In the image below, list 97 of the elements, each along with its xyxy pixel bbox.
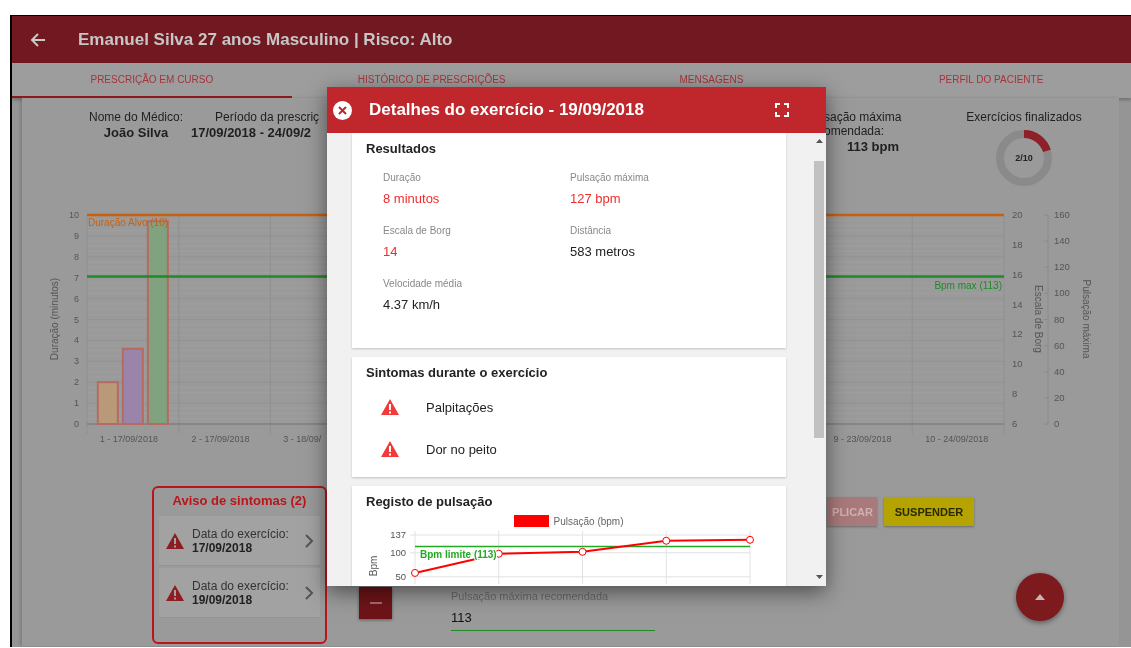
axis-label: 3 - 18/09/: [283, 434, 322, 444]
progress-ring: [996, 130, 1052, 186]
axis-tick-label: 20: [1054, 391, 1065, 403]
axis-tick-label: 120: [1054, 261, 1070, 273]
axis-label: 1 - 17/09/2018: [99, 434, 158, 444]
reference-label: Duração Alvo (10): [88, 217, 169, 228]
axis-tick-label: 60: [1054, 339, 1065, 351]
axis-title: Pulsação máxima: [1081, 279, 1092, 359]
axis-title: Bpm: [368, 555, 379, 577]
result-label: Velocidade média: [383, 278, 463, 289]
tab[interactable]: MENSAGENS: [571, 63, 852, 98]
axis-tick-label: 20: [1012, 209, 1023, 220]
axis-tick-label: 9: [74, 230, 79, 241]
scrollbar[interactable]: [812, 133, 826, 586]
point: [662, 536, 671, 545]
legend-label: Pulsação (bpm): [553, 515, 624, 527]
axis-tick-label: 40: [1054, 365, 1065, 377]
axis-tick-label: 80: [1054, 313, 1065, 325]
axis-tick-label: 0: [1054, 418, 1060, 429]
chevron-right-icon: [304, 584, 314, 601]
axis-tick-label: 18: [1012, 238, 1023, 250]
warning-icon: [165, 531, 185, 550]
axis-tick-label: 5: [74, 314, 79, 325]
card-title: Registo de pulsação: [365, 493, 494, 509]
tab[interactable]: HISTÓRICO DE PRESCRIÇÕES: [291, 63, 572, 98]
axis-tick-label: 50: [395, 570, 406, 582]
minus-button[interactable]: [359, 587, 392, 619]
warning-icon: [165, 583, 185, 602]
axis-tick-label: 12: [1012, 328, 1023, 340]
point: [578, 547, 587, 556]
chevron-right-icon: [304, 532, 314, 549]
axis-tick-label: 2: [74, 377, 79, 388]
axis-tick-label: 10: [1012, 358, 1023, 370]
legend-swatch: [514, 515, 550, 527]
result-value: 583 metros: [570, 244, 637, 261]
dialog-title: Detalhes do exercício - 19/09/2018: [369, 100, 645, 120]
warning-icon: [380, 398, 400, 416]
symptom-text: Palpitações: [426, 399, 494, 415]
axis-tick-label: 6: [74, 293, 79, 304]
axis-tick-label: 14: [1012, 298, 1023, 310]
symptom-text: Dor no peito: [426, 441, 497, 457]
axis-tick-label: 10: [69, 210, 79, 220]
scrollbar-thumb[interactable]: [814, 161, 824, 438]
axis-tick-label: 8: [74, 251, 79, 262]
period-value: 17/09/2018 - 24/09/2: [191, 125, 312, 140]
result-label: Pulsação máxima: [570, 172, 650, 183]
symptom-alert-title: Aviso de sintomas (2): [172, 493, 307, 508]
axis-label: 2 - 17/09/2018: [191, 434, 250, 444]
max-pulse-input[interactable]: 113: [451, 602, 655, 631]
scroll-down-arrow-icon[interactable]: [815, 575, 823, 579]
patient-title: Emanuel Silva 27 anos Masculino | Risco: Alto: [78, 29, 453, 50]
point: [746, 535, 754, 544]
result-value: 127 bpm: [570, 191, 622, 208]
max-pulse-label: sação máxima: [824, 110, 903, 124]
axis-tick-label: 6: [1012, 418, 1018, 429]
axis-tick-label: 100: [1054, 287, 1070, 299]
fullscreen-icon[interactable]: [775, 103, 789, 117]
axis-tick-label: 1: [74, 398, 79, 409]
axis-tick-label: 8: [1012, 388, 1018, 400]
axis-tick-label: 3: [74, 356, 79, 367]
axis-label: 10 - 24/09/2018: [925, 434, 989, 444]
back-arrow-icon[interactable]: [30, 31, 46, 48]
reference-label: Bpm max (113): [934, 280, 1002, 292]
scroll-up-arrow-icon[interactable]: [815, 139, 823, 143]
finished-count: 2/10: [1015, 153, 1033, 163]
point: [411, 568, 419, 577]
period-label: Período da prescriç: [214, 110, 320, 124]
symptom-alert-item[interactable]: Data do exercício: 19/09/2018: [159, 568, 320, 618]
triangle-up-icon: [1035, 594, 1045, 600]
axis-tick-label: 160: [1054, 209, 1070, 220]
suspend-button[interactable]: SUSPENDER: [884, 497, 974, 526]
result-value: 8 minutos: [383, 191, 441, 208]
axis-title: Duração (minutos): [49, 277, 60, 361]
max-pulse-label: omendada:: [824, 124, 886, 138]
close-icon[interactable]: [333, 100, 352, 120]
max-pulse-value: 113 bpm: [847, 139, 901, 154]
doctor-label: Nome do Médico:: [87, 110, 184, 124]
symptom-alert-item[interactable]: Data do exercício: 17/09/2018: [159, 516, 320, 566]
axis-tick-label: 140: [1054, 235, 1070, 247]
axis-tick-label: 100: [390, 546, 406, 558]
axis-tick-label: 7: [74, 272, 79, 283]
axis-tick-label: 4: [74, 335, 79, 346]
axis-tick-label: 137: [390, 529, 406, 540]
axis-title: Escala de Borg: [1033, 285, 1044, 353]
warning-icon: [380, 440, 400, 458]
card-title: Resultados: [365, 140, 438, 156]
result-label: Escala de Borg: [383, 225, 452, 236]
bar: [96, 381, 119, 425]
card-title: Sintomas durante o exercício: [365, 364, 549, 380]
result-label: Distância: [570, 225, 613, 236]
result-value: 14: [383, 244, 399, 261]
result-label: Duração: [383, 172, 422, 183]
tab[interactable]: PERFIL DO PACIENTE: [851, 63, 1131, 98]
axis-tick-label: 16: [1012, 268, 1023, 280]
axis-label: 9 - 23/09/2018: [833, 434, 892, 444]
finished-label: Exercícios finalizados: [966, 110, 1082, 124]
result-value: 4.37 km/h: [383, 297, 442, 314]
